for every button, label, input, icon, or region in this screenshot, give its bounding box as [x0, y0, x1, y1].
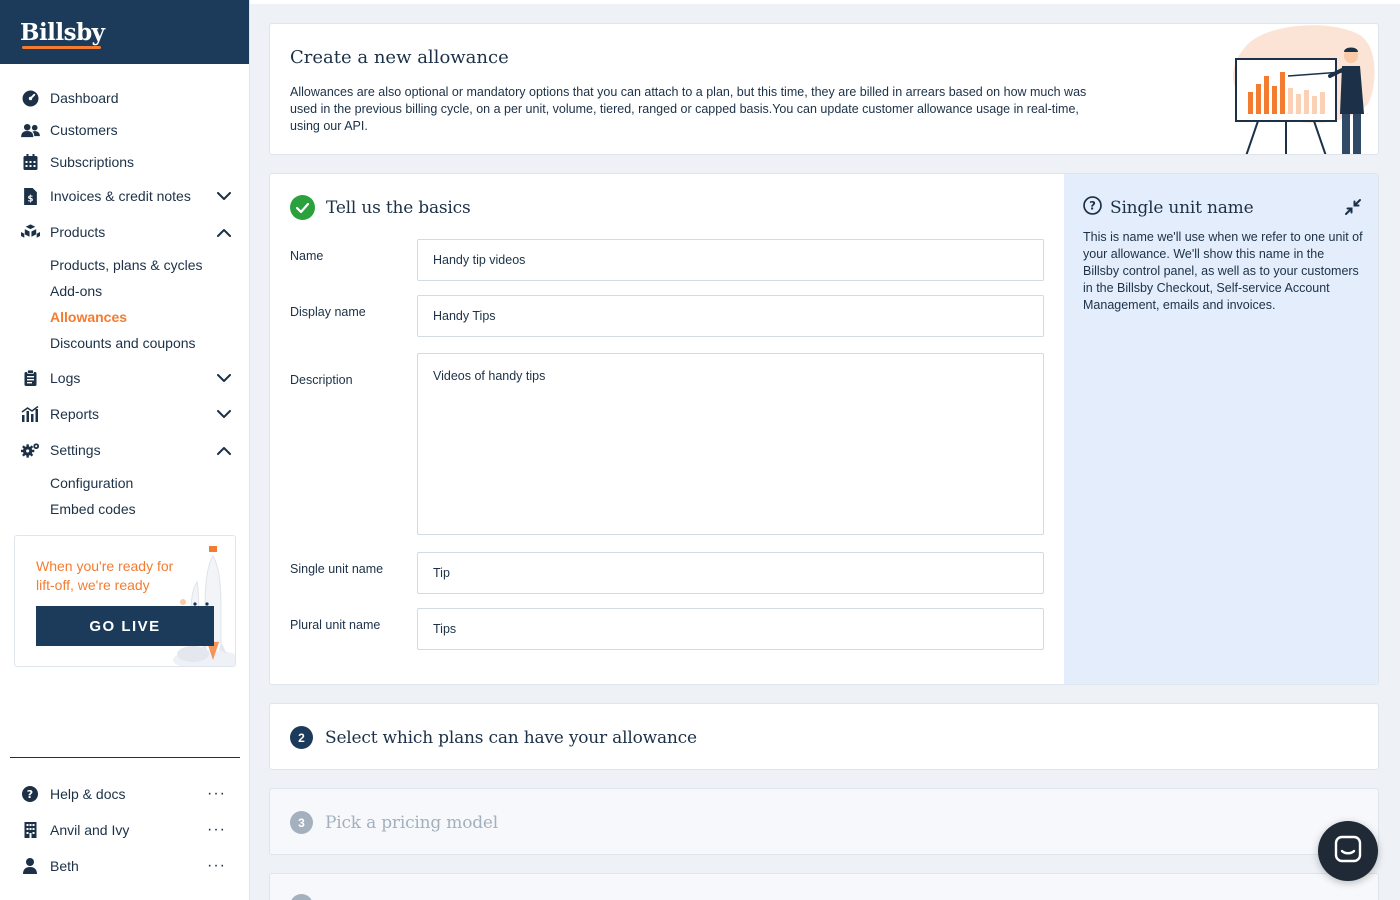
plans-step-card[interactable]: 2 Select which plans can have your allow… — [269, 703, 1379, 770]
more-options-icon[interactable]: ··· — [207, 822, 226, 838]
sidebar-item-help-docs[interactable]: ? Help & docs ··· — [0, 776, 250, 812]
settings-submenu: Configuration Embed codes — [0, 468, 249, 522]
sidebar-item-label: Anvil and Ivy — [50, 822, 130, 838]
sidebar-item-label: Reports — [50, 406, 100, 422]
help-panel: ? Single unit name This is name we'll us… — [1064, 174, 1378, 684]
go-live-text: When you're ready for lift-off, we're re… — [36, 558, 174, 593]
sidebar-item-settings[interactable]: Settings — [0, 432, 249, 468]
clipboard-icon — [20, 368, 40, 388]
plans-step-title: Select which plans can have your allowan… — [325, 727, 697, 748]
question-circle-icon: ? — [20, 784, 40, 804]
sidebar-subitem-allowances[interactable]: Allowances — [0, 304, 249, 330]
products-submenu: Products, plans & cycles Add-ons Allowan… — [0, 250, 249, 360]
sidebar-subitem-products-plans-cycles[interactable]: Products, plans & cycles — [0, 252, 249, 278]
sidebar-item-user[interactable]: Beth ··· — [0, 848, 250, 884]
sidebar-item-customers[interactable]: Customers — [0, 114, 249, 146]
plural-unit-name-input[interactable] — [417, 608, 1044, 650]
sidebar-item-label: Beth — [50, 858, 79, 874]
name-label: Name — [290, 249, 324, 263]
pricing-step-header: 3 Pick a pricing model — [290, 811, 498, 834]
sidebar: Billsby Dashboard Customers Subscription… — [0, 0, 250, 900]
more-options-icon[interactable]: ··· — [207, 786, 226, 802]
question-circle-icon: ? — [1083, 196, 1102, 220]
help-panel-body: This is name we'll use when we refer to … — [1083, 230, 1363, 312]
display-name-input[interactable] — [417, 295, 1044, 337]
chevron-down-icon[interactable] — [215, 187, 233, 205]
sidebar-item-label: Invoices & credit notes — [50, 188, 191, 204]
description-label: Description — [290, 373, 353, 387]
collapse-icon[interactable] — [1344, 198, 1362, 216]
help-panel-header: ? Single unit name — [1083, 196, 1254, 220]
pricing-step-title: Pick a pricing model — [325, 812, 499, 833]
presentation-illustration — [1233, 25, 1375, 154]
single-unit-name-label: Single unit name — [290, 562, 384, 576]
intro-card: Create a new allowance Allowances are al… — [269, 23, 1379, 155]
sidebar-subitem-discounts-coupons[interactable]: Discounts and coupons — [0, 330, 249, 356]
chart-icon — [20, 404, 40, 424]
sidebar-item-products[interactable]: Products — [0, 214, 249, 250]
single-unit-name-input[interactable] — [417, 552, 1044, 594]
more-options-icon[interactable]: ··· — [207, 858, 226, 874]
gears-icon — [20, 440, 40, 460]
basics-card: Tell us the basics Name Display name Des… — [269, 173, 1379, 685]
sidebar-item-dashboard[interactable]: Dashboard — [0, 82, 249, 114]
sidebar-item-label: Products — [50, 224, 106, 240]
sidebar-item-label: Customers — [50, 122, 118, 138]
sidebar-subitem-add-ons[interactable]: Add-ons — [0, 278, 249, 304]
basics-step-title: Tell us the basics — [326, 197, 471, 218]
chat-icon — [1334, 835, 1362, 868]
sidebar-divider — [10, 757, 240, 758]
sidebar-item-label: Help & docs — [50, 786, 126, 802]
plans-step-header: 2 Select which plans can have your allow… — [290, 726, 697, 749]
page-description: Allowances are also optional or mandator… — [290, 85, 1087, 133]
main-nav: Dashboard Customers Subscriptions $ Invo… — [0, 64, 249, 522]
sidebar-item-logs[interactable]: Logs — [0, 360, 249, 396]
plural-unit-name-label: Plural unit name — [290, 618, 381, 632]
go-live-card: When you're ready for lift-off, we're re… — [14, 535, 236, 667]
building-icon — [20, 820, 40, 840]
step-number-badge — [290, 894, 313, 900]
sidebar-subitem-configuration[interactable]: Configuration — [0, 470, 249, 496]
step-number-badge: 3 — [290, 811, 313, 834]
boxes-icon — [20, 222, 40, 242]
sidebar-subitem-embed-codes[interactable]: Embed codes — [0, 496, 249, 522]
invoice-icon: $ — [20, 186, 40, 206]
name-input[interactable] — [417, 239, 1044, 281]
display-name-label: Display name — [290, 305, 366, 319]
sidebar-item-label: Dashboard — [50, 90, 119, 106]
go-live-button[interactable]: GO LIVE — [36, 606, 214, 646]
sidebar-item-invoices[interactable]: $ Invoices & credit notes — [0, 178, 249, 214]
sidebar-item-label: Settings — [50, 442, 101, 458]
brand-header: Billsby — [0, 0, 249, 64]
help-panel-title: Single unit name — [1110, 198, 1254, 218]
pricing-step-card: 3 Pick a pricing model — [269, 788, 1379, 855]
sidebar-item-label: Logs — [50, 370, 81, 386]
check-icon — [290, 195, 315, 220]
users-icon — [20, 120, 40, 140]
sidebar-item-reports[interactable]: Reports — [0, 396, 249, 432]
sidebar-item-company[interactable]: Anvil and Ivy ··· — [0, 812, 250, 848]
gauge-icon — [20, 88, 40, 108]
next-step-card — [269, 873, 1379, 900]
top-strip — [250, 0, 1400, 4]
page-title: Create a new allowance — [290, 47, 509, 68]
sidebar-item-label: Subscriptions — [50, 154, 135, 170]
chevron-up-icon[interactable] — [215, 223, 233, 241]
svg-text:?: ? — [27, 788, 33, 801]
chevron-down-icon[interactable] — [215, 369, 233, 387]
chat-launcher-button[interactable] — [1318, 821, 1378, 881]
billsby-logo[interactable]: Billsby — [20, 19, 105, 49]
svg-text:$: $ — [27, 194, 33, 204]
basics-step-header: Tell us the basics — [290, 195, 471, 220]
chevron-up-icon[interactable] — [215, 441, 233, 459]
svg-text:?: ? — [1089, 199, 1096, 213]
user-icon — [20, 856, 40, 876]
sidebar-item-subscriptions[interactable]: Subscriptions — [0, 146, 249, 178]
sidebar-bottom-nav: ? Help & docs ··· Anvil and Ivy ··· Beth… — [0, 776, 250, 884]
step-number-badge: 2 — [290, 726, 313, 749]
description-textarea[interactable]: Videos of handy tips — [417, 353, 1044, 535]
chevron-down-icon[interactable] — [215, 405, 233, 423]
calendar-icon — [20, 152, 40, 172]
